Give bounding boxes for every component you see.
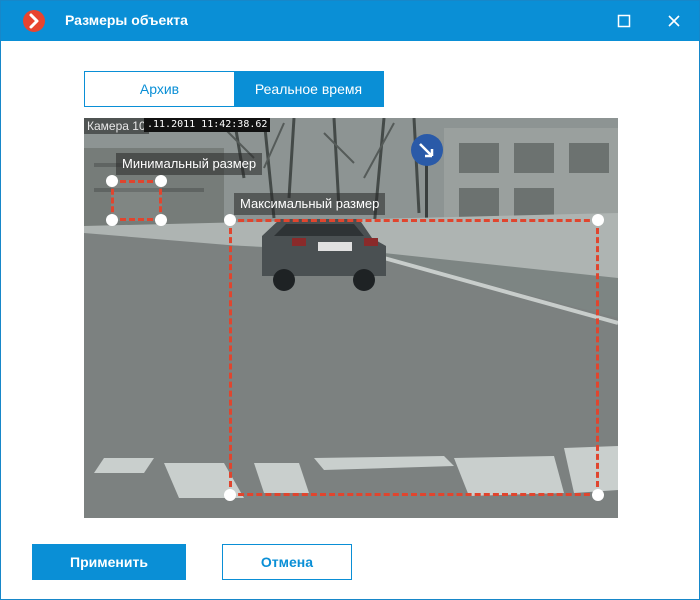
- camera-name-label: Камера 10: [84, 118, 149, 134]
- max-zone-handle-tl[interactable]: [224, 214, 236, 226]
- close-button[interactable]: [651, 1, 697, 41]
- tab-archive[interactable]: Архив: [85, 72, 234, 106]
- close-icon: [668, 15, 680, 27]
- mode-tabs: Архив Реальное время: [84, 71, 384, 107]
- max-zone-handle-tr[interactable]: [592, 214, 604, 226]
- max-size-zone[interactable]: [224, 214, 604, 501]
- max-zone-handle-bl[interactable]: [224, 489, 236, 501]
- min-size-label: Минимальный размер: [116, 153, 263, 175]
- min-zone-handle-tl[interactable]: [106, 175, 118, 187]
- min-size-zone[interactable]: [106, 175, 167, 226]
- apply-button[interactable]: Применить: [32, 544, 186, 580]
- min-zone-handle-tr[interactable]: [155, 175, 167, 187]
- object-size-dialog: Размеры объекта Архив Реальное время Кам…: [0, 0, 700, 600]
- max-zone-handle-br[interactable]: [592, 489, 604, 501]
- title-bar: Размеры объекта: [1, 1, 699, 41]
- maximize-button[interactable]: [601, 1, 647, 41]
- window-title: Размеры объекта: [65, 12, 188, 28]
- maximize-icon: [617, 14, 631, 28]
- video-timestamp: .11.2011 11:42:38.62: [144, 118, 271, 132]
- camera-video-frame[interactable]: Камера 10 .11.2011 11:42:38.62 Минимальн…: [84, 118, 618, 518]
- tab-realtime[interactable]: Реальное время: [234, 72, 383, 106]
- min-zone-handle-br[interactable]: [155, 214, 167, 226]
- min-zone-handle-bl[interactable]: [106, 214, 118, 226]
- app-logo-icon: [23, 10, 45, 32]
- cancel-button[interactable]: Отмена: [222, 544, 352, 580]
- max-size-label: Максимальный размер: [234, 193, 386, 215]
